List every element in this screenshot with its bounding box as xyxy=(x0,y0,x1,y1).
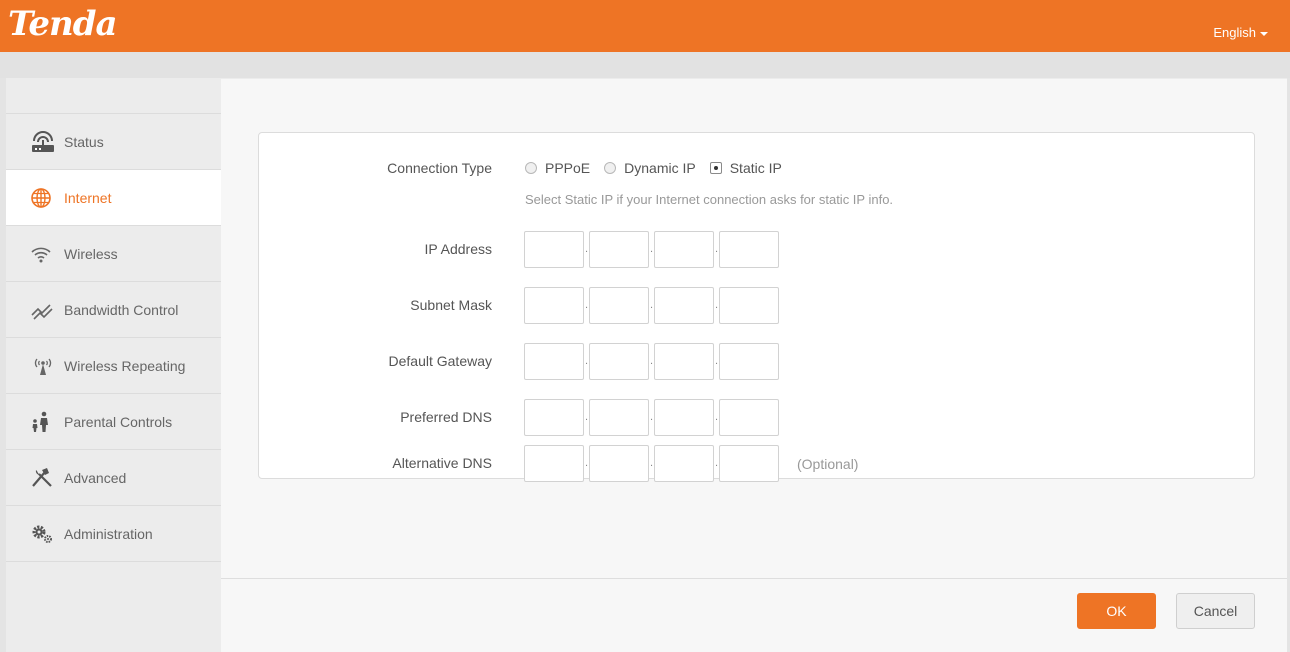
sidebar-nav: Status Internet Wireless Bandwidth Contr… xyxy=(6,113,221,562)
language-selector[interactable]: English xyxy=(1213,25,1268,40)
repeater-icon xyxy=(30,355,60,377)
default-gateway-octet-3[interactable] xyxy=(654,343,714,380)
preferred-dns-label: Preferred DNS xyxy=(400,409,492,425)
sidebar-item-label: Advanced xyxy=(64,469,127,486)
ip-address-octet-1[interactable] xyxy=(524,231,584,268)
radio-static-ip[interactable]: Static IP xyxy=(709,160,782,176)
chevron-down-icon xyxy=(1260,31,1268,36)
tools-icon xyxy=(30,467,60,489)
sidebar-item-internet[interactable]: Internet xyxy=(6,170,221,226)
sidebar-item-wireless[interactable]: Wireless xyxy=(6,226,221,282)
radio-dynamic-ip[interactable]: Dynamic IP xyxy=(604,160,696,176)
default-gateway-field: . . . xyxy=(524,343,779,380)
sidebar-item-advanced[interactable]: Advanced xyxy=(6,450,221,506)
ip-address-label: IP Address xyxy=(424,241,492,257)
subnet-mask-field: . . . xyxy=(524,287,779,324)
sidebar-item-label: Wireless Repeating xyxy=(64,357,186,374)
language-label: English xyxy=(1213,25,1256,40)
alternative-dns-octet-4[interactable] xyxy=(719,445,779,482)
sidebar-item-label: Administration xyxy=(64,525,153,542)
globe-icon xyxy=(30,187,60,209)
sidebar: Status Internet Wireless Bandwidth Contr… xyxy=(6,78,221,652)
subnet-mask-octet-4[interactable] xyxy=(719,287,779,324)
preferred-dns-octet-4[interactable] xyxy=(719,399,779,436)
cancel-button[interactable]: Cancel xyxy=(1176,593,1255,629)
header-strip xyxy=(0,52,1290,78)
alternative-dns-octet-1[interactable] xyxy=(524,445,584,482)
ip-address-field: . . . xyxy=(524,231,779,268)
subnet-mask-label: Subnet Mask xyxy=(410,297,492,313)
preferred-dns-octet-1[interactable] xyxy=(524,399,584,436)
default-gateway-octet-4[interactable] xyxy=(719,343,779,380)
ok-button[interactable]: OK xyxy=(1077,593,1156,629)
radio-pppoe[interactable]: PPPoE xyxy=(525,160,590,176)
radio-button[interactable] xyxy=(604,162,617,174)
sidebar-item-administration[interactable]: Administration xyxy=(6,506,221,562)
sidebar-item-label: Status xyxy=(64,133,104,150)
sidebar-item-wireless-repeating[interactable]: Wireless Repeating xyxy=(6,338,221,394)
default-gateway-octet-1[interactable] xyxy=(524,343,584,380)
ip-address-octet-4[interactable] xyxy=(719,231,779,268)
parental-icon xyxy=(30,411,60,433)
default-gateway-label: Default Gateway xyxy=(388,353,493,369)
optional-note: (Optional) xyxy=(797,455,859,472)
ip-address-octet-2[interactable] xyxy=(589,231,649,268)
sidebar-item-label: Internet xyxy=(64,189,112,206)
gears-icon xyxy=(30,523,60,545)
action-footer: OK Cancel xyxy=(221,578,1287,652)
radio-label: Dynamic IP xyxy=(624,160,696,176)
bandwidth-icon xyxy=(30,299,60,321)
alternative-dns-octet-2[interactable] xyxy=(589,445,649,482)
sidebar-item-label: Wireless xyxy=(64,245,118,262)
sidebar-item-label: Parental Controls xyxy=(64,413,173,430)
router-icon xyxy=(30,130,60,153)
tenda-logo: Tenda xyxy=(8,4,118,44)
connection-type-radio-group: PPPoE Dynamic IP Static IP xyxy=(525,160,796,176)
top-bar: Tenda English xyxy=(0,0,1290,52)
sidebar-item-bandwidth-control[interactable]: Bandwidth Control xyxy=(6,282,221,338)
subnet-mask-octet-1[interactable] xyxy=(524,287,584,324)
preferred-dns-octet-3[interactable] xyxy=(654,399,714,436)
main-panel: Connection Type PPPoE Dynamic IP Static … xyxy=(221,78,1287,652)
wifi-icon xyxy=(30,243,60,265)
alternative-dns-field: . . . (Optional) xyxy=(524,445,858,482)
subnet-mask-octet-2[interactable] xyxy=(589,287,649,324)
subnet-mask-octet-3[interactable] xyxy=(654,287,714,324)
ip-address-octet-3[interactable] xyxy=(654,231,714,268)
radio-button[interactable] xyxy=(525,162,537,174)
internet-settings-card: Connection Type PPPoE Dynamic IP Static … xyxy=(258,132,1255,482)
alternative-dns-label: Alternative DNS xyxy=(392,455,492,471)
sidebar-item-label: Bandwidth Control xyxy=(64,301,179,318)
alternative-dns-octet-3[interactable] xyxy=(654,445,714,482)
radio-label: Static IP xyxy=(729,160,782,176)
radio-label: PPPoE xyxy=(545,160,591,176)
static-ip-hint: Select Static IP if your Internet connec… xyxy=(525,192,894,207)
preferred-dns-octet-2[interactable] xyxy=(589,399,649,436)
connection-type-label: Connection Type xyxy=(387,160,492,176)
preferred-dns-field: . . . xyxy=(524,399,779,436)
radio-button-checked[interactable] xyxy=(709,162,722,174)
default-gateway-octet-2[interactable] xyxy=(589,343,649,380)
sidebar-item-parental-controls[interactable]: Parental Controls xyxy=(6,394,221,450)
sidebar-item-status[interactable]: Status xyxy=(6,114,221,170)
